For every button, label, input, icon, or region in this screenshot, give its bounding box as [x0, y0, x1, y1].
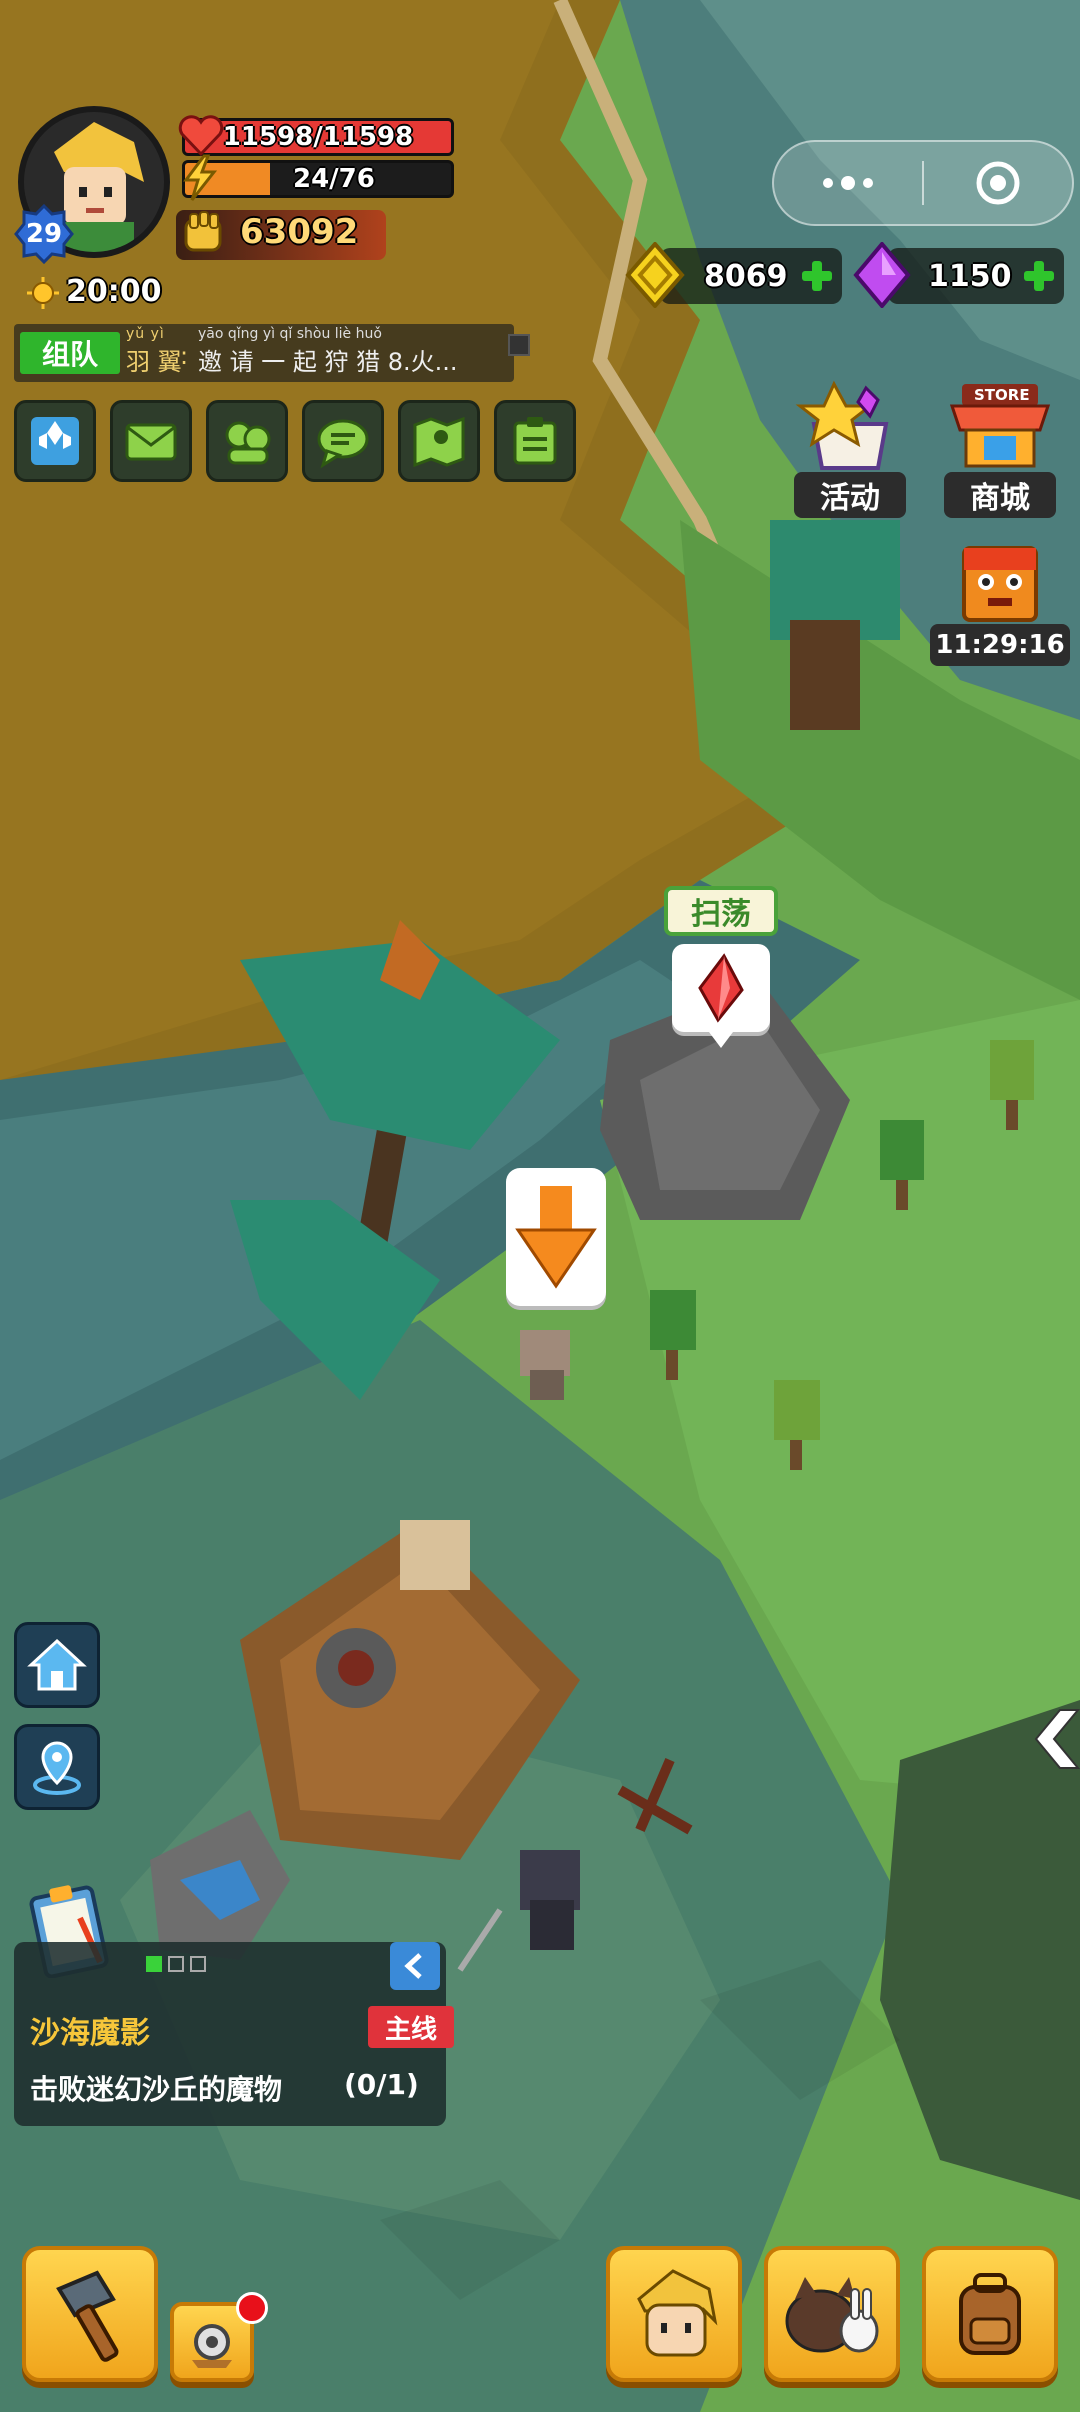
gold-coin-icon: [625, 242, 685, 308]
store-label: 商城: [944, 472, 1056, 518]
events-button[interactable]: 活动: [794, 376, 906, 518]
world-map-button[interactable]: [398, 400, 480, 482]
more-options-button[interactable]: [774, 142, 922, 224]
down-arrow-icon: [515, 1186, 597, 1289]
quest-panel[interactable]: 沙海魔影 主线 击败迷幻沙丘的魔物 (0/1): [14, 1942, 454, 2126]
chat-pinyin-message: yāo qǐng yì qǐ shòu liè huǒ: [198, 326, 382, 342]
hp-value: 11598/11598: [222, 122, 414, 152]
quest-main-tag: 主线: [368, 2006, 454, 2048]
quest-title: 沙海魔影: [30, 2016, 150, 2051]
menu-icon-row: [14, 400, 576, 482]
red-crystal-icon: [698, 953, 744, 1023]
friends-button[interactable]: [206, 400, 288, 482]
chat-channel-tag: 组队: [20, 332, 120, 374]
player-level: 29: [25, 219, 63, 249]
dot-icon: [841, 176, 855, 190]
energy-value: 24/76: [293, 164, 375, 194]
add-gem-button[interactable]: [1022, 259, 1056, 293]
chat-sender: 羽 翼: [126, 348, 182, 376]
character-button[interactable]: [606, 2246, 742, 2382]
dot-icon: [823, 178, 833, 188]
chat-colon: :: [180, 342, 189, 370]
map-tiles-icon: [31, 417, 79, 465]
map-tiles-button[interactable]: [14, 400, 96, 482]
quest-collapse-button[interactable]: [390, 1942, 440, 1990]
chat-pinyin-sender: yǔ yì: [126, 326, 165, 342]
mail-icon: [125, 423, 177, 461]
craft-button[interactable]: [22, 2246, 158, 2382]
heart-icon: [178, 115, 224, 157]
quest-description: 击败迷幻沙丘的魔物: [30, 2073, 283, 2106]
location-pin-icon: [33, 1741, 81, 1795]
world-map-icon: [413, 416, 465, 468]
task-board-icon: [513, 417, 557, 465]
offer-timer: 11:29:16: [930, 624, 1070, 666]
quest-progress: (0/1): [344, 2068, 419, 2101]
friends-icon: [225, 421, 271, 465]
chevron-left-icon: [404, 1953, 422, 1979]
fist-power-icon: [184, 211, 222, 252]
store-button[interactable]: STORE 商城: [944, 376, 1056, 518]
close-mini-program-button[interactable]: [924, 142, 1072, 224]
quest-page-dot: [168, 1956, 184, 1972]
events-label: 活动: [794, 472, 906, 518]
store-sign-text: STORE: [974, 386, 1030, 404]
chat-message: 邀 请 一 起 狩 猎 8.火...: [198, 348, 458, 376]
backpack-button[interactable]: [922, 2246, 1058, 2382]
gift-mimic-icon: [962, 546, 1038, 622]
gem-amount: 1150: [928, 258, 1012, 294]
home-button[interactable]: [14, 1622, 100, 1708]
chat-icon: [317, 419, 369, 469]
sun-icon: [27, 277, 59, 309]
gem-currency: 1150: [888, 248, 1064, 304]
add-gold-button[interactable]: [800, 259, 834, 293]
power-value: 63092: [240, 212, 359, 252]
lightning-icon: [183, 154, 218, 201]
dot-icon: [863, 178, 873, 188]
location-button[interactable]: [14, 1724, 100, 1810]
backpack-icon: [959, 2273, 1021, 2355]
chevron-left-icon: [1034, 1709, 1080, 1769]
hero-face-icon: [637, 2269, 718, 2357]
quest-page-dots: [146, 1956, 206, 1972]
pets-button[interactable]: [764, 2246, 900, 2382]
task-board-button[interactable]: [494, 400, 576, 482]
chat-bar[interactable]: 组队 yǔ yì 羽 翼 : yāo qǐng yì qǐ shòu liè h…: [14, 324, 530, 382]
marker-pointer-icon: [706, 1028, 736, 1048]
level-badge: 29: [14, 203, 74, 265]
energy-bar: 24/76: [182, 160, 454, 198]
quest-page-dot: [146, 1956, 162, 1972]
dungeon-entry-marker[interactable]: [672, 944, 770, 1032]
target-indicator: [506, 1168, 606, 1306]
notification-dot: [236, 2292, 268, 2324]
gear-build-icon: [192, 2324, 232, 2368]
collapse-right-button[interactable]: [1020, 1706, 1080, 1772]
sweep-button[interactable]: 扫荡: [664, 886, 778, 936]
home-icon: [27, 1638, 87, 1691]
hammer-icon: [56, 2270, 119, 2362]
game-time: 20:00: [66, 274, 162, 309]
mini-program-capsule: [772, 140, 1074, 226]
gold-amount: 8069: [704, 258, 788, 294]
quest-page-dot: [190, 1956, 206, 1972]
chat-expand-icon[interactable]: [508, 334, 530, 356]
pets-icon: [785, 2277, 879, 2353]
purple-gem-icon: [853, 242, 911, 308]
mail-button[interactable]: [110, 400, 192, 482]
events-chest-icon: [795, 380, 889, 470]
limited-offer-button[interactable]: 11:29:16: [930, 528, 1070, 668]
target-close-icon: [976, 161, 1020, 205]
chat-button[interactable]: [302, 400, 384, 482]
gold-currency: 8069: [660, 248, 842, 304]
